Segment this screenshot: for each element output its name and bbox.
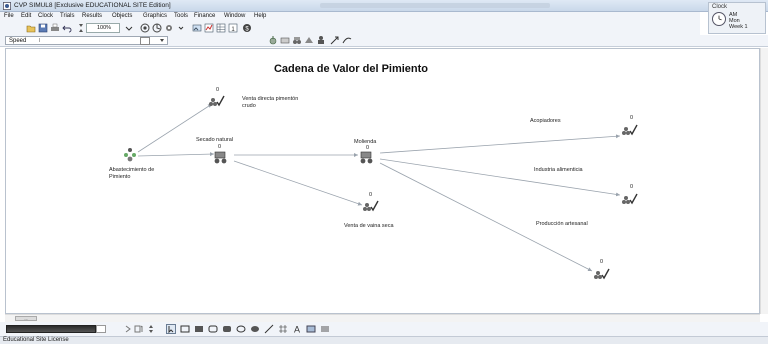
- select-pointer-icon[interactable]: [166, 324, 176, 334]
- layers-tool-icon[interactable]: [320, 324, 330, 334]
- work-entry-point-icon[interactable]: [268, 35, 278, 45]
- simul8-app-icon[interactable]: [3, 2, 11, 10]
- menu-objects[interactable]: Objects: [112, 13, 132, 19]
- bottom-toolbar: A: [0, 322, 768, 336]
- route-arrow-icon[interactable]: [330, 35, 340, 45]
- menu-graphics[interactable]: Graphics: [143, 13, 167, 19]
- node-label-vaina-seca: Venta de vaina seca: [344, 223, 394, 229]
- exit-point-icon[interactable]: [620, 190, 638, 206]
- clock-readout: AM Mon Week 1: [729, 12, 748, 30]
- exit-point-icon[interactable]: [207, 92, 225, 108]
- horizontal-scrollbar[interactable]: ...: [5, 314, 760, 322]
- filled-rectangle-tool-icon[interactable]: [194, 324, 204, 334]
- route-molienda-industria[interactable]: [379, 158, 621, 197]
- title-bar: CVP SIMUL8 [Exclusive EDUCATIONAL SITE E…: [0, 0, 768, 12]
- background-window-title: [320, 3, 550, 8]
- status-bar: Educational Site License: [0, 336, 768, 344]
- rounded-rectangle-tool-icon[interactable]: [208, 324, 218, 334]
- print-icon[interactable]: [50, 23, 60, 33]
- route-entry-venta-directa[interactable]: [137, 103, 213, 153]
- menu-finance[interactable]: Finance: [194, 13, 215, 19]
- work-center-icon[interactable]: [358, 149, 376, 165]
- simulation-progress-bar: [6, 325, 96, 333]
- text-tool-icon[interactable]: A: [292, 324, 302, 335]
- zoom-value: 100%: [97, 25, 112, 31]
- menu-edit[interactable]: Edit: [21, 13, 31, 19]
- filled-rounded-rectangle-tool-icon[interactable]: [222, 324, 232, 334]
- node-label-venta-directa: Venta directa pimentón crudo: [242, 96, 299, 109]
- save-icon[interactable]: [38, 23, 48, 33]
- ellipse-tool-icon[interactable]: [236, 324, 246, 334]
- run-trial-icon[interactable]: [140, 23, 150, 33]
- line-tool-icon[interactable]: [264, 324, 274, 334]
- speed-arrow-icon[interactable]: [158, 37, 166, 45]
- chevron-down-small-icon[interactable]: [176, 23, 186, 33]
- menu-trials[interactable]: Trials: [60, 13, 74, 19]
- clock-icon: [712, 12, 726, 26]
- work-center-icon[interactable]: [292, 35, 302, 45]
- menu-window[interactable]: Window: [224, 13, 245, 19]
- model-title: Cadena de Valor del Pimiento: [273, 63, 429, 75]
- zoom-stepper-icon[interactable]: [76, 23, 86, 33]
- calendar-icon[interactable]: 1: [228, 23, 238, 33]
- route-molienda-acopiadores[interactable]: [379, 134, 621, 154]
- menu-help[interactable]: Help: [254, 13, 266, 19]
- step-forward-icon[interactable]: [124, 325, 132, 333]
- open-folder-icon[interactable]: [26, 23, 36, 33]
- route-molienda-artesanal[interactable]: [379, 162, 593, 272]
- table-icon[interactable]: [216, 23, 226, 33]
- speed-thumb-icon[interactable]: [140, 37, 150, 45]
- clock-week: Week 1: [729, 24, 748, 30]
- queue-icon[interactable]: [280, 35, 290, 45]
- node-label-entry: Abastecimiento de Pimiento: [109, 167, 155, 180]
- chevron-down-icon[interactable]: [124, 23, 134, 33]
- node-label-industria: Industria alimenticia: [534, 167, 583, 173]
- work-exit-point-icon[interactable]: [304, 35, 314, 45]
- chart-icon[interactable]: [204, 23, 214, 33]
- finance-icon[interactable]: $: [242, 23, 252, 33]
- clock-title: Clock: [712, 4, 728, 10]
- menu-clock[interactable]: Clock: [38, 13, 53, 19]
- resource-icon[interactable]: [316, 35, 326, 45]
- route-curve-icon[interactable]: [342, 35, 352, 45]
- menu-tools[interactable]: Tools: [174, 13, 188, 19]
- rectangle-tool-icon[interactable]: [180, 324, 190, 334]
- progress-bar-track: [96, 325, 106, 333]
- window-title: CVP SIMUL8 [Exclusive EDUCATIONAL SITE E…: [14, 2, 171, 9]
- reset-icon[interactable]: [152, 23, 162, 33]
- grid-tool-icon[interactable]: [278, 324, 288, 334]
- entry-point-icon[interactable]: [121, 147, 139, 163]
- filled-ellipse-tool-icon[interactable]: [250, 324, 260, 334]
- route-secado-vaina-seca[interactable]: [233, 160, 363, 206]
- clock-panel[interactable]: Clock AM Mon Week 1: [708, 2, 766, 34]
- speed-label: Speed: [9, 38, 27, 44]
- image-icon[interactable]: [192, 23, 202, 33]
- node-label-acopiadores: Acopiadores: [530, 118, 561, 124]
- node-label-secado: Secado natural: [196, 137, 233, 143]
- stepper-icon[interactable]: [147, 324, 155, 334]
- main-toolbar: 100% 1 $: [0, 21, 700, 35]
- svg-text:A: A: [294, 325, 300, 335]
- simulation-canvas[interactable]: Cadena de Valor del Pimiento Abastecimie…: [5, 48, 760, 314]
- settings-icon[interactable]: [164, 23, 174, 33]
- image-tool-icon[interactable]: [306, 324, 316, 334]
- vertical-scrollbar[interactable]: [760, 48, 768, 314]
- menu-file[interactable]: File: [4, 13, 14, 19]
- step-one-icon[interactable]: [134, 324, 146, 334]
- license-status: Educational Site License: [3, 337, 69, 343]
- menu-bar: File Edit Clock Trials Results Objects G…: [0, 12, 700, 21]
- route-entry-secado[interactable]: [137, 152, 215, 157]
- node-label-artesanal: Producción artesanal: [536, 221, 588, 227]
- horizontal-scroll-thumb[interactable]: ...: [15, 316, 37, 321]
- exit-point-icon[interactable]: [361, 197, 379, 213]
- exit-point-icon[interactable]: [620, 121, 638, 137]
- speed-toolbar: Speed I: [0, 35, 768, 47]
- menu-results[interactable]: Results: [82, 13, 102, 19]
- zoom-select[interactable]: 100%: [86, 23, 120, 33]
- speed-marker: I: [39, 38, 41, 44]
- undo-icon[interactable]: [62, 23, 72, 33]
- exit-point-icon[interactable]: [592, 265, 610, 281]
- work-center-icon[interactable]: [212, 149, 230, 165]
- routing-lines: [137, 103, 621, 272]
